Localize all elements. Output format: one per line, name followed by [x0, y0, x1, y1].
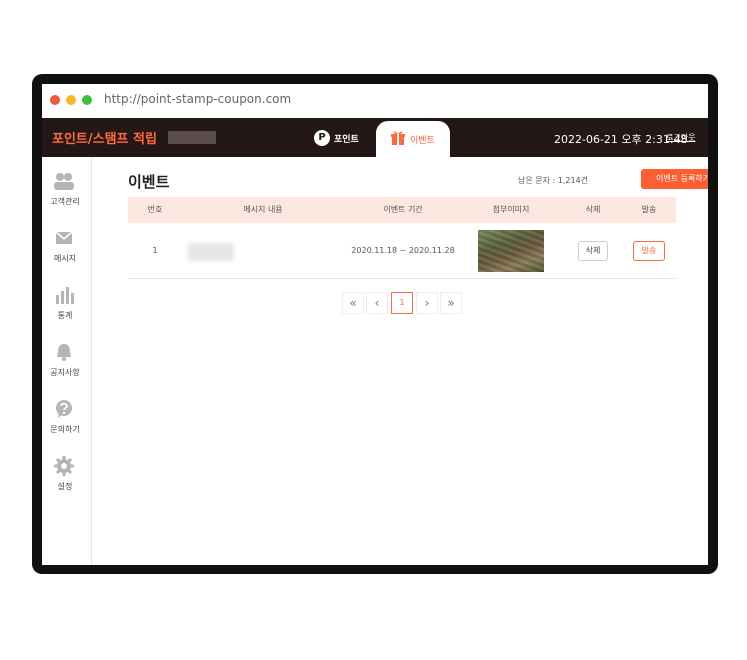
address-bar-url[interactable]: http://point-stamp-coupon.com: [104, 92, 291, 106]
main-content: 이벤트 남은 문자 : 1,214건 이벤트 등록하기 번호 메시지 내용 이벤…: [92, 157, 708, 565]
close-window-dot[interactable]: [50, 95, 60, 105]
users-icon: [54, 173, 74, 190]
tab-point-label: 포인트: [334, 135, 359, 145]
column-header: 발송: [641, 205, 657, 214]
question-icon: [56, 400, 72, 418]
brand-title: 포인트/스탬프 적립: [52, 132, 157, 147]
column-header: 첨부이미지: [492, 205, 530, 214]
remaining-sms-count: 남은 문자 : 1,214건: [518, 176, 589, 185]
first-page-button[interactable]: «: [342, 292, 364, 314]
message-content-redacted: [188, 243, 234, 261]
sidebar-item-stats[interactable]: 통계: [42, 285, 92, 331]
gift-icon: [391, 131, 405, 145]
bar-chart-icon: [56, 287, 74, 304]
sidebar-item-label: 문의하기: [50, 425, 80, 434]
prev-page-button[interactable]: ‹: [366, 292, 388, 314]
maximize-window-dot[interactable]: [82, 95, 92, 105]
sidebar-item-inquiry[interactable]: 문의하기: [42, 399, 92, 445]
p-circle-icon: P: [314, 130, 330, 146]
table-row: 1 2020.11.18 ~ 2020.11.28 삭제 발송: [128, 223, 676, 279]
sidebar-item-label: 설정: [57, 482, 73, 491]
logout-link[interactable]: 로그아웃: [666, 132, 695, 143]
column-header: 메시지 내용: [243, 205, 283, 214]
tab-point[interactable]: P 포인트: [308, 118, 372, 157]
next-page-button[interactable]: ›: [416, 292, 438, 314]
sidebar-item-message[interactable]: 메시지: [42, 228, 92, 274]
browser-bar: http://point-stamp-coupon.com: [42, 84, 708, 118]
minimize-window-dot[interactable]: [66, 95, 76, 105]
page-title: 이벤트: [128, 173, 170, 191]
sidebar-item-customers[interactable]: 고객관리: [42, 171, 92, 217]
sidebar: 고객관리 메시지 통계 공지사항 문의하기 설정: [42, 157, 92, 565]
envelope-icon: [55, 231, 73, 244]
store-name-redacted: [168, 131, 216, 144]
table-header: 번호 메시지 내용 이벤트 기간 첨부이미지 삭제 발송: [128, 197, 676, 223]
app-header: 포인트/스탬프 적립 P 포인트 이벤트 2022-06-21 오후 2:31:…: [42, 118, 708, 157]
send-button[interactable]: 발송: [633, 241, 665, 261]
sidebar-item-settings[interactable]: 설정: [42, 456, 92, 502]
sidebar-item-label: 메시지: [53, 254, 77, 263]
page-number-current[interactable]: 1: [391, 292, 413, 314]
column-header: 번호: [147, 205, 163, 214]
browser-window: http://point-stamp-coupon.com 포인트/스탬프 적립…: [42, 84, 708, 565]
sidebar-item-notice[interactable]: 공지사항: [42, 342, 92, 388]
delete-button[interactable]: 삭제: [578, 241, 608, 261]
row-number: 1: [152, 246, 158, 255]
attached-image-thumbnail[interactable]: [478, 230, 544, 272]
register-event-button[interactable]: 이벤트 등록하기: [641, 169, 708, 189]
gear-icon: [54, 456, 74, 476]
event-period: 2020.11.18 ~ 2020.11.28: [351, 246, 455, 255]
column-header: 삭제: [585, 205, 601, 214]
bell-icon: [57, 344, 71, 361]
sidebar-item-label: 공지사항: [50, 368, 80, 377]
tab-event-label: 이벤트: [410, 136, 435, 146]
sidebar-item-label: 고객관리: [50, 197, 80, 206]
last-page-button[interactable]: »: [440, 292, 462, 314]
column-header: 이벤트 기간: [383, 205, 423, 214]
tab-event[interactable]: 이벤트: [376, 121, 450, 157]
sidebar-item-label: 통계: [57, 311, 73, 320]
